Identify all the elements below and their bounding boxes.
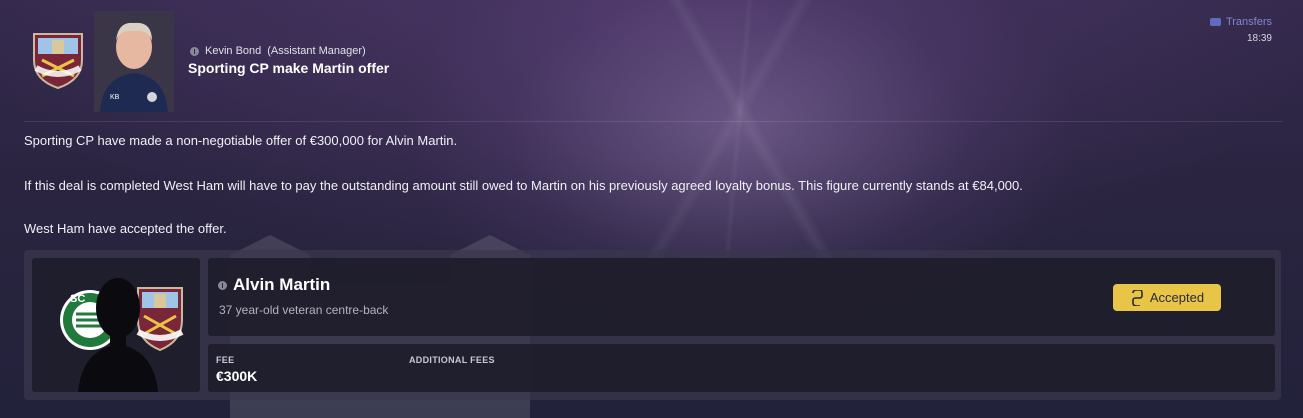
info-icon[interactable] [218, 280, 227, 290]
body-paragraph: Sporting CP have made a non-negotiable o… [24, 133, 458, 148]
svg-text:KB: KB [110, 94, 120, 101]
fee-label: FEE [216, 355, 235, 365]
player-summary-panel: Alvin Martin 37 year-old veteran centre-… [208, 258, 1275, 336]
west-ham-crest-logo [28, 30, 88, 90]
background-light-rays [540, 0, 940, 260]
player-description: 37 year-old veteran centre-back [219, 303, 389, 317]
clubs-and-player-panel: SC [32, 258, 200, 392]
sender-name[interactable]: Kevin Bond [205, 45, 261, 57]
status-badge: Accepted [1113, 284, 1221, 311]
sender-role: (Assistant Manager) [267, 45, 366, 57]
west-ham-crest-logo [136, 287, 184, 352]
header-divider [24, 121, 1283, 122]
status-label: Accepted [1149, 290, 1205, 305]
player-name-row: Alvin Martin [218, 275, 330, 295]
additional-fees-label: ADDITIONAL FEES [409, 355, 495, 365]
category-label: Transfers [1225, 16, 1272, 28]
club-crests-graphic: SC [60, 278, 184, 392]
fee-panel: FEE €300K ADDITIONAL FEES [208, 344, 1275, 392]
player-name[interactable]: Alvin Martin [233, 275, 330, 295]
message-time: 18:39 [1246, 33, 1272, 44]
message-subject: Sporting CP make Martin offer [188, 60, 390, 76]
info-icon[interactable] [190, 46, 199, 56]
body-paragraph: If this deal is completed West Ham will … [24, 178, 1023, 193]
body-paragraph: West Ham have accepted the offer. [24, 221, 227, 236]
svg-text:SC: SC [70, 293, 85, 305]
sender-portrait: KB [94, 11, 174, 112]
handshake-icon [1132, 289, 1143, 306]
message-category[interactable]: Transfers [1209, 16, 1272, 28]
transfer-tag-icon [1209, 18, 1221, 26]
sender-line: Kevin Bond (Assistant Manager) [190, 45, 366, 57]
transfer-offer-card: SC Alvin Martin 37 year-old veteran cent [24, 250, 1281, 400]
fee-value: €300K [216, 368, 258, 384]
